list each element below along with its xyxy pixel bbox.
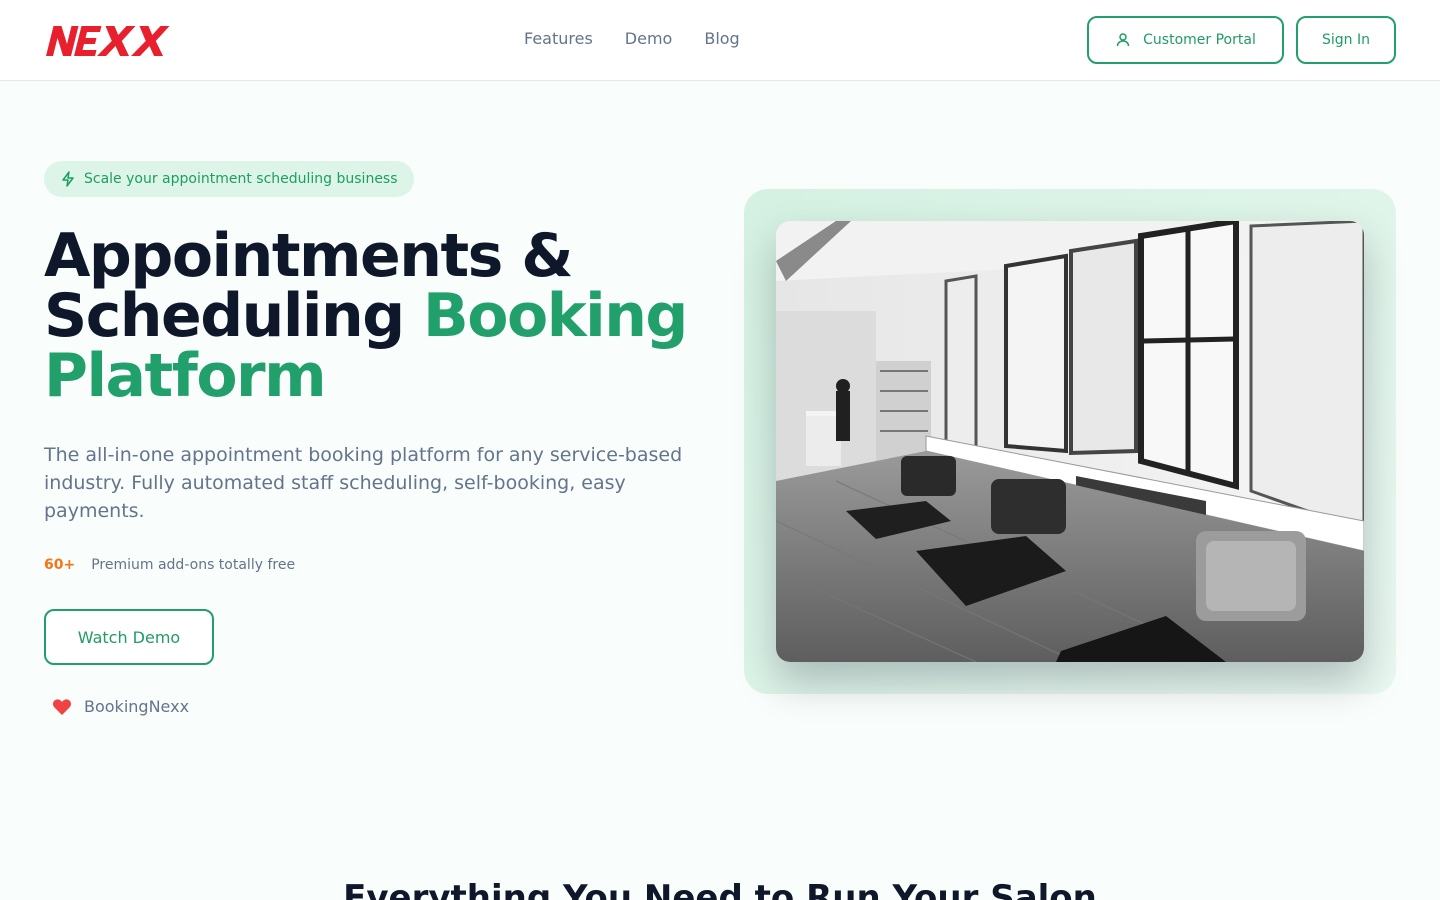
customer-portal-label: Customer Portal: [1143, 32, 1256, 48]
hero-title-accent2: Platform: [44, 341, 327, 411]
customer-portal-button[interactable]: Customer Portal: [1087, 16, 1284, 64]
hero-badge-text: Scale your appointment scheduling busine…: [84, 171, 398, 187]
sign-in-label: Sign In: [1322, 32, 1370, 48]
features-section-title: Everything You Need to Run Your Salon: [343, 878, 1097, 900]
addons-text: Premium add-ons totally free: [91, 557, 296, 573]
sign-in-button[interactable]: Sign In: [1296, 16, 1396, 64]
lightning-icon: [62, 171, 74, 187]
heart-icon: [52, 698, 72, 715]
hero-title-accent1: Booking: [423, 281, 688, 351]
nexx-logo[interactable]: [46, 24, 174, 58]
site-header: Features Demo Blog Customer Portal Sign …: [0, 0, 1440, 81]
user-icon: [1116, 33, 1130, 47]
watch-demo-label: Watch Demo: [77, 627, 181, 647]
watch-demo-button[interactable]: Watch Demo: [44, 609, 214, 665]
addons-stat: 60+ Premium add-ons totally free: [44, 557, 295, 573]
brand-credit: BookingNexx: [52, 697, 189, 716]
nav-link-features[interactable]: Features: [524, 28, 593, 50]
hero-title: Appointments & Scheduling Booking Platfo…: [44, 226, 704, 406]
nav-link-blog[interactable]: Blog: [704, 28, 739, 50]
addons-count: 60+: [44, 557, 76, 573]
hero-description: The all-in-one appointment booking platf…: [44, 444, 683, 522]
nav-link-demo[interactable]: Demo: [625, 28, 673, 50]
main-nav: Features Demo Blog: [524, 28, 740, 50]
brand-credit-text: BookingNexx: [84, 697, 190, 716]
hero-badge: Scale your appointment scheduling busine…: [44, 161, 414, 197]
salon-interior-image: [776, 221, 1364, 662]
